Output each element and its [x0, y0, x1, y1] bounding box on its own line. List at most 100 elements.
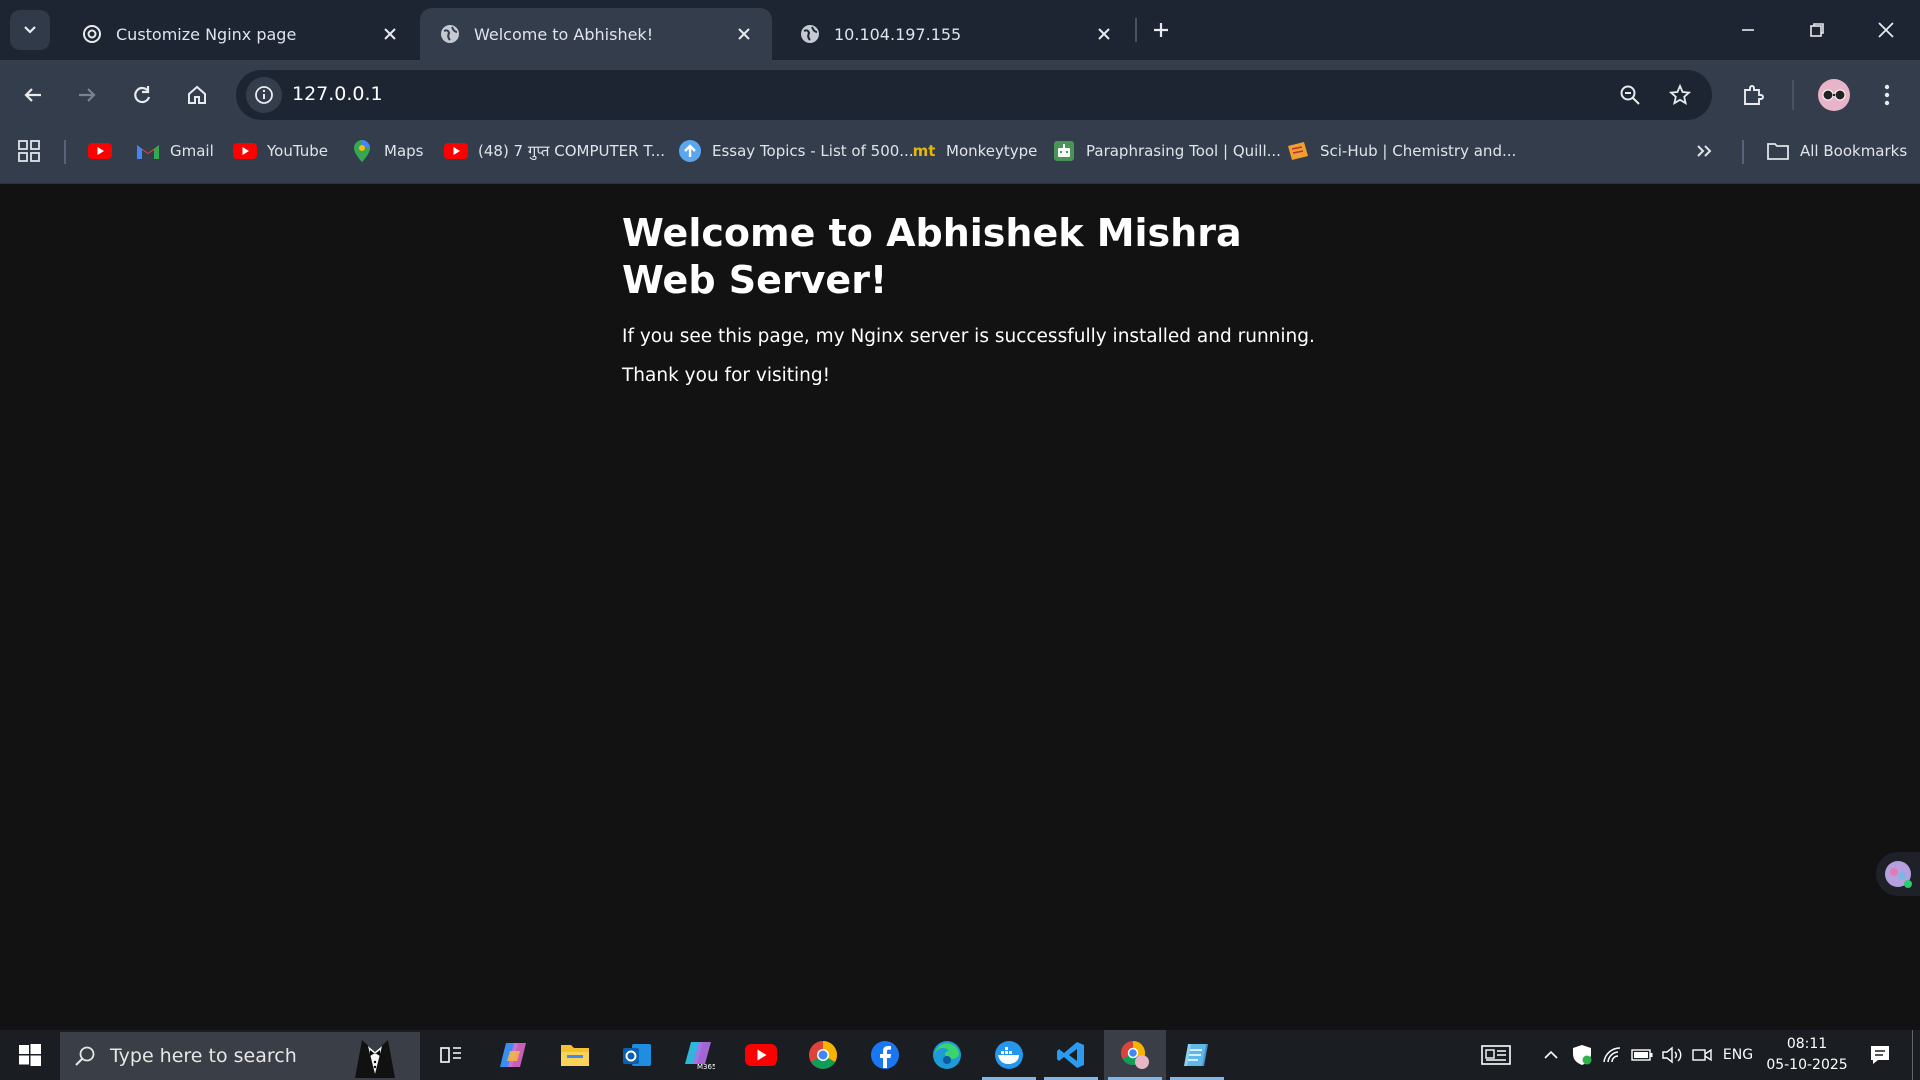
m365-icon: M365 — [685, 1042, 715, 1070]
tray-show-hidden-icons[interactable] — [1540, 1030, 1562, 1080]
taskbar-chrome[interactable] — [792, 1030, 854, 1080]
zoom-button[interactable] — [1614, 79, 1646, 111]
taskbar-m365-copilot[interactable]: M365 — [668, 1030, 730, 1080]
tray-network[interactable] — [1600, 1030, 1624, 1080]
taskbar-notepad[interactable] — [1166, 1030, 1228, 1080]
bookmark-youtube-shortcut[interactable] — [88, 130, 122, 172]
browser-menu-button[interactable] — [1867, 75, 1907, 115]
taskbar-youtube[interactable] — [730, 1030, 792, 1080]
youtube-icon — [233, 139, 257, 163]
facebook-icon — [871, 1041, 899, 1069]
all-bookmarks-button[interactable]: All Bookmarks — [1766, 130, 1907, 172]
close-window-button[interactable] — [1851, 0, 1920, 60]
bookmark-essay-topics[interactable]: Essay Topics - List of 500... — [678, 130, 914, 172]
page-heading: Welcome to Abhishek Mishra Web Server! — [622, 211, 1242, 302]
bookmark-label: (48) 7 गुप्त COMPUTER T... — [478, 142, 666, 160]
taskbar-copilot[interactable] — [482, 1030, 544, 1080]
site-info-button[interactable] — [246, 77, 282, 113]
close-icon[interactable] — [378, 22, 402, 46]
monkeytype-icon: mt — [912, 142, 936, 160]
tab-search-button[interactable] — [10, 10, 50, 50]
close-icon[interactable] — [1092, 22, 1116, 46]
taskbar-search-box[interactable]: Type here to search — [60, 1032, 420, 1080]
reload-icon — [134, 86, 151, 104]
minimize-icon — [1741, 29, 1754, 31]
tray-volume[interactable] — [1660, 1030, 1684, 1080]
taskbar-vscode[interactable] — [1040, 1030, 1102, 1080]
bookmark-label: Essay Topics - List of 500... — [712, 142, 914, 160]
windows-logo-icon — [19, 1044, 41, 1066]
restore-icon — [1809, 23, 1824, 37]
minimize-button[interactable] — [1713, 0, 1782, 60]
start-button[interactable] — [0, 1030, 60, 1080]
tray-security[interactable] — [1570, 1030, 1594, 1080]
bookmark-monkeytype[interactable]: mt Monkeytype — [912, 130, 1038, 172]
apps-button[interactable] — [18, 130, 40, 172]
tab-welcome-abhishek[interactable]: Welcome to Abhishek! — [420, 8, 772, 60]
clock-date: 05-10-2025 — [1766, 1057, 1848, 1073]
gmail-icon — [136, 139, 160, 163]
upload-icon — [678, 139, 702, 163]
forward-button[interactable] — [67, 75, 107, 115]
close-icon[interactable] — [732, 22, 756, 46]
back-button[interactable] — [13, 75, 53, 115]
tab-title: Welcome to Abhishek! — [474, 24, 654, 44]
home-button[interactable] — [177, 75, 217, 115]
url-text[interactable]: 127.0.0.1 — [292, 83, 383, 105]
reload-button[interactable] — [122, 75, 162, 115]
scihub-icon — [1286, 139, 1310, 163]
more-bookmarks-button[interactable] — [1696, 130, 1712, 172]
tab-customize-nginx[interactable]: Customize Nginx page — [62, 8, 418, 60]
bookmark-youtube[interactable]: YouTube — [233, 130, 328, 172]
youtube-icon — [88, 139, 112, 163]
tray-battery[interactable] — [1630, 1030, 1654, 1080]
speaker-icon — [1662, 1046, 1682, 1064]
bookmark-scihub[interactable]: Sci-Hub | Chemistry and... — [1286, 130, 1516, 172]
plus-icon — [1154, 23, 1168, 37]
taskbar-file-explorer[interactable] — [544, 1030, 606, 1080]
taskbar-outlook[interactable] — [606, 1030, 668, 1080]
tab-title: 10.104.197.155 — [834, 24, 962, 44]
tray-news-widget[interactable] — [1476, 1030, 1516, 1080]
taskbar-chrome-profile[interactable] — [1104, 1030, 1166, 1080]
tray-language[interactable]: ENG — [1718, 1030, 1758, 1080]
address-bar[interactable]: 127.0.0.1 — [236, 70, 1712, 120]
tab-strip: Customize Nginx page Welcome to Abhishek… — [0, 0, 1920, 60]
bookmark-label: Gmail — [170, 142, 214, 160]
tray-notifications[interactable] — [1862, 1030, 1898, 1080]
bookmark-maps[interactable]: Maps — [350, 130, 423, 172]
profile-avatar[interactable] — [1818, 79, 1850, 111]
bookmark-star-button[interactable] — [1664, 79, 1696, 111]
tuxedo-mascot-icon — [355, 1040, 395, 1078]
windows-taskbar: Type here to search M365 ENG 08:11 05-10… — [0, 1030, 1920, 1080]
kebab-menu-icon — [1884, 84, 1890, 106]
close-icon — [1877, 22, 1894, 38]
bookmark-gmail[interactable]: Gmail — [136, 130, 214, 172]
restore-button[interactable] — [1782, 0, 1851, 60]
chevron-double-right-icon — [1697, 145, 1712, 157]
taskbar-edge[interactable] — [916, 1030, 978, 1080]
outlook-icon — [623, 1044, 651, 1066]
extensions-button[interactable] — [1733, 75, 1773, 115]
tray-clock[interactable]: 08:11 05-10-2025 — [1760, 1034, 1854, 1076]
tab-title: Customize Nginx page — [116, 24, 297, 44]
page-content: Welcome to Abhishek Mishra Web Server! I… — [622, 210, 1322, 386]
taskbar-docker[interactable] — [978, 1030, 1040, 1080]
vscode-icon — [1057, 1042, 1084, 1068]
bookmark-separator — [64, 140, 66, 164]
chevron-up-icon — [1544, 1050, 1558, 1059]
bookmark-quillbot[interactable]: Paraphrasing Tool | Quill... — [1052, 130, 1281, 172]
tray-meet-now[interactable] — [1690, 1030, 1714, 1080]
task-view-button[interactable] — [420, 1030, 482, 1080]
taskbar-facebook[interactable] — [854, 1030, 916, 1080]
globe-icon — [438, 22, 462, 46]
search-placeholder: Type here to search — [110, 1045, 297, 1067]
floating-assistant-button[interactable] — [1876, 852, 1920, 896]
tab-ip-address[interactable]: 10.104.197.155 — [780, 8, 1132, 60]
folder-icon — [561, 1045, 589, 1066]
avatar-glasses-icon — [1822, 89, 1846, 101]
show-desktop-button[interactable] — [1912, 1030, 1918, 1080]
bookmark-computer-video[interactable]: (48) 7 गुप्त COMPUTER T... — [444, 130, 665, 172]
new-tab-button[interactable] — [1145, 14, 1177, 46]
news-icon — [1481, 1045, 1511, 1065]
